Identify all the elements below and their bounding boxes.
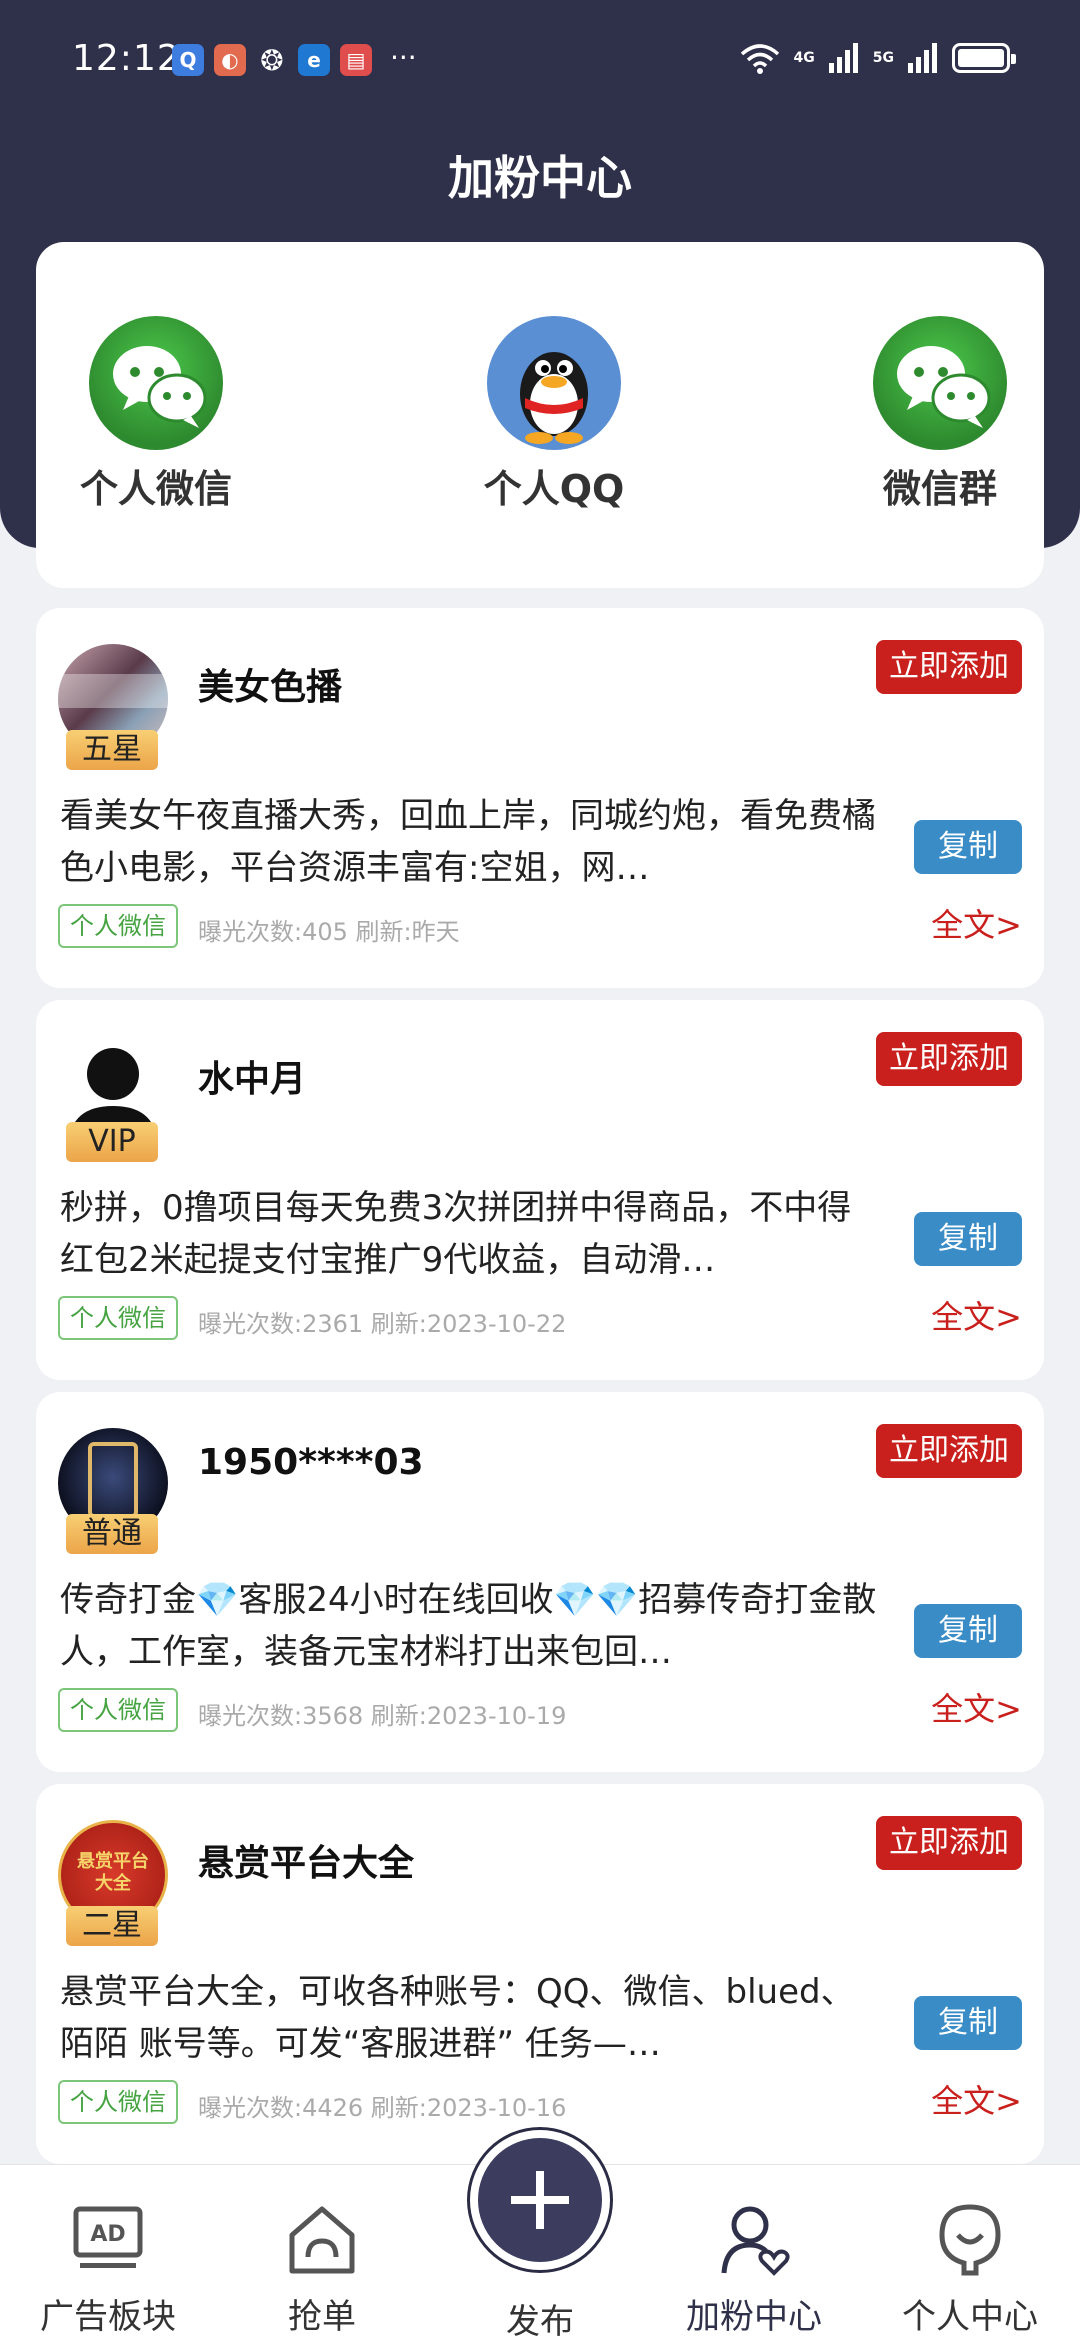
tab-profile[interactable]: 个人中心 xyxy=(870,2201,1070,2338)
listing-description: 看美女午夜直播大秀，回血上岸，同城约炮，看免费橘色小电影，平台资源丰富有:空姐，… xyxy=(60,796,876,888)
avatar: 普通 xyxy=(58,1428,168,1558)
browser-notification-icon: e xyxy=(298,44,330,76)
tab-label: 广告板块 xyxy=(40,2297,176,2337)
type-tag: 个人微信 xyxy=(58,2080,178,2124)
tab-label: 发布 xyxy=(506,2302,574,2340)
copy-button[interactable]: 复制 xyxy=(914,820,1022,874)
tab-label: 加粉中心 xyxy=(686,2297,822,2337)
profile-icon xyxy=(939,2204,1001,2276)
ad-board-icon: AD xyxy=(73,2206,143,2268)
battery-icon xyxy=(952,43,1016,73)
signal-icon xyxy=(908,43,937,73)
listing-name: 1950****03 xyxy=(198,1442,424,1483)
level-badge: 二星 xyxy=(66,1906,158,1946)
copy-button[interactable]: 复制 xyxy=(914,1212,1022,1266)
signal-icon xyxy=(828,43,858,73)
publish-button[interactable] xyxy=(470,2130,610,2270)
listing-description: 传奇打金💎客服24小时在线回收💎💎招募传奇打金散人，工作室，装备元宝材料打出来包… xyxy=(60,1580,877,1672)
svg-text:AD: AD xyxy=(90,2222,125,2247)
qq-penguin-icon xyxy=(487,316,621,450)
listing-meta: 曝光次数:405 刷新:昨天 xyxy=(198,918,460,946)
full-text-link[interactable]: 全文> xyxy=(931,1684,1022,1730)
user-heart-icon xyxy=(721,2206,790,2276)
copy-button[interactable]: 复制 xyxy=(914,1604,1022,1658)
avatar: VIP xyxy=(58,1036,168,1166)
category-label: 个人微信 xyxy=(79,467,232,511)
add-now-button[interactable]: 立即添加 xyxy=(876,1816,1022,1870)
add-now-button[interactable]: 立即添加 xyxy=(876,640,1022,694)
level-badge: 普通 xyxy=(66,1514,158,1554)
listing-meta: 曝光次数:4426 刷新:2023-10-16 xyxy=(198,2094,567,2122)
category-personal-wechat[interactable]: 个人微信 xyxy=(56,316,256,513)
avatar: 五星 xyxy=(58,644,168,774)
listing-meta: 曝光次数:3568 刷新:2023-10-19 xyxy=(198,1702,567,1730)
app-notification-icon: Q xyxy=(172,44,204,76)
network-type-5g: 5G xyxy=(872,50,894,66)
category-label: 微信群 xyxy=(882,467,997,511)
type-tag: 个人微信 xyxy=(58,904,178,948)
page-title: 加粉中心 xyxy=(448,151,632,205)
add-now-button[interactable]: 立即添加 xyxy=(876,1032,1022,1086)
notification-icons: Q ◐ ❂ e ▤ ··· xyxy=(172,41,417,77)
more-notifications-icon: ··· xyxy=(390,41,417,74)
add-now-button[interactable]: 立即添加 xyxy=(876,1424,1022,1478)
network-type-4g: 4G xyxy=(793,50,815,66)
level-badge: 五星 xyxy=(66,730,158,770)
wifi-icon xyxy=(740,44,779,74)
type-tag: 个人微信 xyxy=(58,1296,178,1340)
plus-icon xyxy=(511,2171,569,2229)
avatar: 悬赏平台大全 二星 xyxy=(58,1820,168,1950)
listing-description: 秒拼，0撸项目每天免费3次拼团拼中得商品，不中得红包2米起提支付宝推广9代收益，… xyxy=(60,1188,852,1280)
wechat-notification-icon: ❂ xyxy=(260,43,284,77)
full-text-link[interactable]: 全文> xyxy=(931,900,1022,946)
app-notification-icon: ◐ xyxy=(214,44,246,76)
listing-card[interactable]: 五星 美女色播 立即添加 看美女午夜直播大秀，回血上岸，同城约炮，看免费橘色小电… xyxy=(36,608,1044,988)
full-text-link[interactable]: 全文> xyxy=(931,1292,1022,1338)
listing-name: 悬赏平台大全 xyxy=(198,1843,415,1884)
tab-label: 抢单 xyxy=(288,2297,356,2337)
listing-card[interactable]: 普通 1950****03 立即添加 传奇打金💎客服24小时在线回收💎💎招募传奇… xyxy=(36,1392,1044,1772)
tab-fans-center[interactable]: 加粉中心 xyxy=(654,2201,854,2338)
level-badge: VIP xyxy=(66,1122,158,1162)
wechat-group-icon xyxy=(873,316,1007,450)
tab-grab-order[interactable]: 抢单 xyxy=(222,2201,422,2338)
listing-name: 水中月 xyxy=(198,1059,307,1100)
type-tag: 个人微信 xyxy=(58,1688,178,1732)
listing-name: 美女色播 xyxy=(198,667,343,708)
category-card: 个人微信 个人QQ 微信群 xyxy=(36,242,1044,588)
category-personal-qq[interactable]: 个人QQ xyxy=(454,316,654,513)
full-text-link[interactable]: 全文> xyxy=(931,2076,1022,2122)
copy-button[interactable]: 复制 xyxy=(914,1996,1022,2050)
listing-card[interactable]: 悬赏平台大全 二星 悬赏平台大全 立即添加 悬赏平台大全，可收各种账号：QQ、微… xyxy=(36,1784,1044,2164)
listing-description: 悬赏平台大全，可收各种账号：QQ、微信、blued、陌陌 账号等。可发“客服进群… xyxy=(60,1972,855,2064)
tab-label: 个人中心 xyxy=(902,2297,1038,2337)
status-time: 12:12 xyxy=(72,38,181,79)
category-label: 个人QQ xyxy=(483,467,625,511)
listing-meta: 曝光次数:2361 刷新:2023-10-22 xyxy=(198,1310,567,1338)
wechat-icon xyxy=(89,316,223,450)
category-wechat-group[interactable]: 微信群 xyxy=(840,316,1040,513)
book-notification-icon: ▤ xyxy=(340,44,372,76)
status-bar: 12:12 Q ◐ ❂ e ▤ ··· 4G 5G xyxy=(0,0,1080,120)
tab-ad-board[interactable]: AD 广告板块 xyxy=(8,2201,208,2338)
status-indicators: 4G 5G xyxy=(740,42,1016,74)
listing-card[interactable]: VIP 水中月 立即添加 秒拼，0撸项目每天免费3次拼团拼中得商品，不中得红包2… xyxy=(36,1000,1044,1380)
home-grab-icon xyxy=(289,2206,355,2274)
